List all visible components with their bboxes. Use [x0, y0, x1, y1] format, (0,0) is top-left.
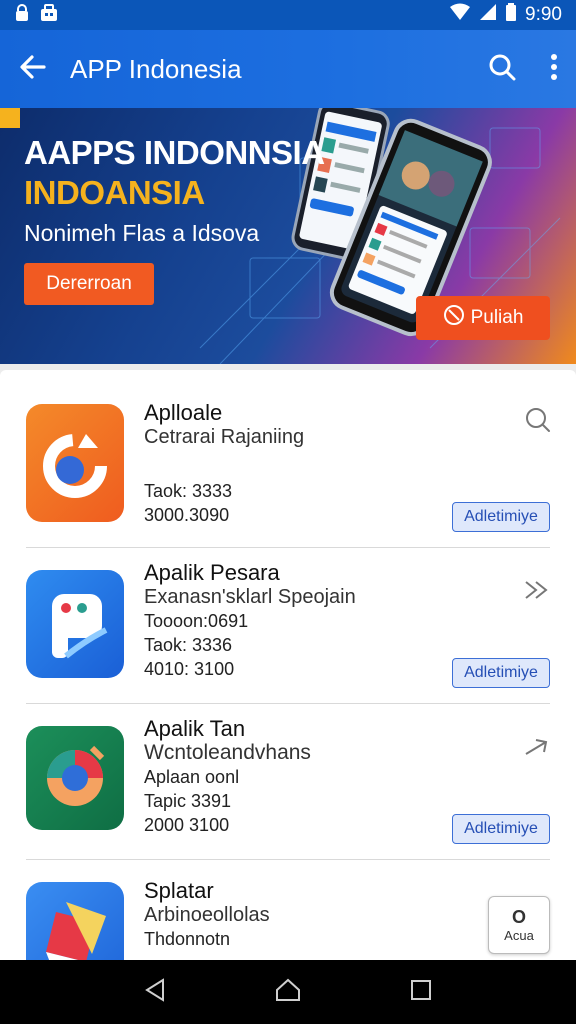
banner-secondary-label: Puliah	[470, 307, 524, 328]
cancel-circle-icon	[443, 304, 465, 332]
battery-icon	[505, 3, 517, 27]
list-item[interactable]: Apalik Tan Wcntoleandvhans Aplaan oonl T…	[0, 704, 576, 860]
banner-subheadline: INDOANSIA	[24, 174, 205, 211]
arrow-right-icon[interactable]	[522, 736, 552, 765]
open-button[interactable]: O Acua	[488, 896, 550, 954]
chevron-double-right-icon[interactable]	[522, 578, 552, 607]
app-bar: APP Indonesia	[0, 30, 576, 108]
briefcase-icon	[40, 3, 58, 27]
app-icon	[26, 882, 124, 960]
app-list: Aplloale Cetrarai Rajaniing Taok: 3333 3…	[0, 370, 576, 960]
open-button-badge: O	[511, 907, 526, 927]
more-vert-icon[interactable]	[550, 53, 558, 86]
search-icon[interactable]	[488, 53, 516, 86]
app-meta: 4010: 3100	[144, 659, 235, 679]
app-name: Apalik Tan	[144, 716, 246, 741]
install-button[interactable]: Adletimiye	[452, 502, 550, 532]
open-button-label: Acua	[504, 928, 534, 943]
install-button[interactable]: Adletimiye	[452, 814, 550, 844]
back-nav-icon[interactable]	[143, 977, 167, 1007]
list-item[interactable]: Aplloale Cetrarai Rajaniing Taok: 3333 3…	[0, 392, 576, 548]
app-bar-title: APP Indonesia	[70, 53, 242, 84]
app-meta: 3000.3090	[144, 505, 230, 525]
banner-secondary-button[interactable]: Puliah	[416, 296, 550, 340]
app-meta: Taok: 3333	[144, 481, 233, 501]
app-developer: Wcntoleandvhans	[144, 741, 311, 764]
clock: 9:90	[525, 4, 562, 25]
wifi-icon	[449, 3, 471, 27]
app-developer: Cetrarai Rajaniing	[144, 426, 305, 448]
banner-headline: AAPPS INDONNSIA	[24, 134, 325, 171]
list-item[interactable]: Apalik Pesara Exanasn'sklarl Speojain To…	[0, 548, 576, 704]
app-icon	[26, 570, 124, 678]
app-name: Apalik Pesara	[144, 560, 280, 585]
app-meta: Tapic 3391	[144, 791, 232, 811]
app-developer: Arbinoeollolas	[144, 904, 270, 926]
signal-icon	[479, 3, 497, 27]
recents-nav-icon[interactable]	[409, 978, 433, 1007]
app-icon	[26, 404, 124, 522]
search-icon[interactable]	[524, 406, 552, 439]
app-meta: Aplaan oonl	[144, 767, 240, 787]
app-meta: Thdonnotn	[144, 929, 231, 949]
system-nav-bar	[0, 960, 576, 1024]
app-icon	[26, 726, 124, 830]
app-meta: 2000 3100	[144, 815, 230, 835]
banner-cta-button[interactable]: Dererroan	[24, 263, 154, 305]
lock-icon	[14, 3, 30, 27]
banner-tagline: Nonimeh Flas a Idsova	[24, 220, 260, 246]
app-meta: Toooon:0691	[144, 611, 249, 631]
app-developer: Exanasn'sklarl Speojain	[144, 586, 356, 608]
home-nav-icon[interactable]	[274, 978, 302, 1007]
app-name: Aplloale	[144, 400, 223, 425]
app-name: Splatar	[144, 878, 214, 903]
app-meta: Taok: 3336	[144, 635, 233, 655]
promo-banner[interactable]: AAPPS INDONNSIA INDOANSIA Nonimeh Flas a…	[0, 108, 576, 364]
back-arrow-icon[interactable]	[18, 52, 48, 87]
status-bar: 9:90	[0, 0, 576, 30]
install-button[interactable]: Adletimiye	[452, 658, 550, 688]
